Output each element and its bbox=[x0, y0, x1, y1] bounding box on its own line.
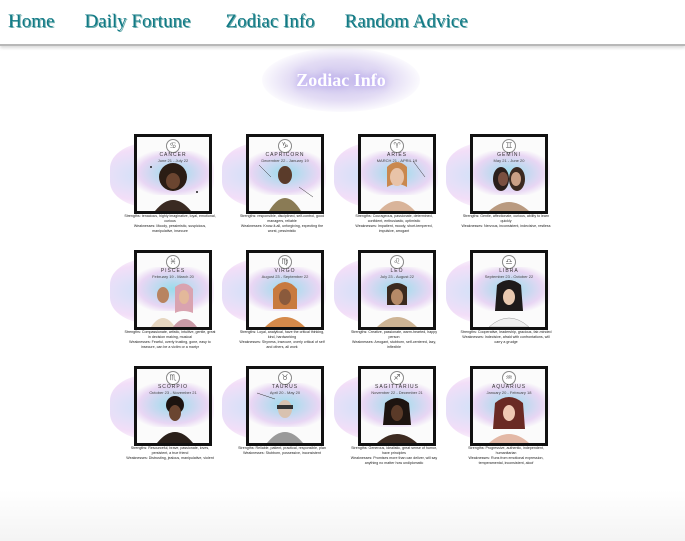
zodiac-weaknesses: Weaknesses: Indecisive, afraid with conf… bbox=[462, 335, 550, 344]
zodiac-illustration: ♌ LEO July 23 - August 22 bbox=[358, 250, 436, 330]
portrait-icon bbox=[151, 283, 197, 327]
zodiac-illustration: ♒ AQUARIUS January 20 - February 18 bbox=[470, 366, 548, 446]
zodiac-description: Strengths: Courageous, passionate, deter… bbox=[348, 214, 440, 234]
zodiac-strengths: Strengths: tenacious, highly imaginative… bbox=[124, 214, 216, 223]
zodiac-description: Strengths: Resourceful, brave, passionat… bbox=[124, 446, 216, 461]
page-footer-shade bbox=[0, 490, 685, 541]
zodiac-description: Strengths: responsible, disciplined, sel… bbox=[236, 214, 328, 234]
zodiac-description: Strengths: Progressive, authentic, indep… bbox=[460, 446, 552, 466]
zodiac-weaknesses: Weaknesses: Promises more than can deliv… bbox=[350, 456, 438, 465]
portrait-icon bbox=[258, 164, 314, 211]
portrait-icon bbox=[489, 167, 529, 211]
zodiac-description: Strengths: Gentle, affectionate, curious… bbox=[460, 214, 552, 229]
zodiac-weaknesses: Weaknesses: Nervous, inconsistent, indec… bbox=[461, 224, 551, 228]
zodiac-illustration: ♎ LIBRA September 23 - October 22 bbox=[470, 250, 548, 330]
zodiac-weaknesses: Weaknesses: Runs from emotional expressi… bbox=[468, 456, 544, 465]
portrait-icon bbox=[379, 160, 426, 211]
portrait-icon bbox=[150, 163, 198, 211]
zodiac-strengths: Strengths: Generous, idealistic, great s… bbox=[351, 446, 437, 455]
zodiac-weaknesses: Weaknesses: Fearful, overly trusting, go… bbox=[129, 340, 211, 349]
zodiac-illustration: ♓ PISCES February 19 - March 20 bbox=[134, 250, 212, 330]
zodiac-illustration: ♊ GEMINI May 21 - June 20 bbox=[470, 134, 548, 214]
zodiac-illustration: ♐ SAGITTARIUS November 22 - December 21 bbox=[358, 366, 436, 446]
zodiac-weaknesses: Weaknesses: Impatient, moody, short-temp… bbox=[355, 224, 433, 233]
zodiac-weaknesses: Weaknesses: Arrogant, stubborn, self-cen… bbox=[352, 340, 436, 349]
zodiac-weaknesses: Weaknesses: Distrusting, jealous, manipu… bbox=[126, 456, 214, 460]
portrait-icon bbox=[157, 396, 193, 443]
zodiac-description: Strengths: Compassionate, artistic, intu… bbox=[124, 330, 216, 350]
zodiac-strengths: Strengths: Loyal, analytical, have the c… bbox=[239, 330, 325, 339]
zodiac-description: Strengths: tenacious, highly imaginative… bbox=[124, 214, 216, 234]
zodiac-description: Strengths: Generous, idealistic, great s… bbox=[348, 446, 440, 466]
zodiac-strengths: Strengths: Creative, passionate, warm-he… bbox=[350, 330, 438, 339]
zodiac-strengths: Strengths: Compassionate, artistic, intu… bbox=[124, 330, 216, 339]
zodiac-weaknesses: Weaknesses: Stubborn, possessive, incons… bbox=[243, 451, 321, 455]
zodiac-illustration: ♋ CANCER June 21 - July 22 bbox=[134, 134, 212, 214]
zodiac-illustration: ♈ ARIES MARCH 21 - APRIL 19 bbox=[358, 134, 436, 214]
portrait-icon bbox=[377, 398, 417, 443]
zodiac-illustration: ♍ VIRGO August 23 - September 22 bbox=[246, 250, 324, 330]
portrait-icon bbox=[265, 282, 305, 327]
zodiac-weaknesses: Weaknesses: Moody, pessimistic, suspicio… bbox=[133, 224, 207, 233]
zodiac-strengths: Strengths: Courageous, passionate, deter… bbox=[355, 214, 433, 223]
zodiac-strengths: Strengths: Gentle, affectionate, curious… bbox=[462, 214, 550, 223]
zodiac-description: Strengths: Cooperative, leadership, grac… bbox=[460, 330, 552, 345]
zodiac-strengths: Strengths: Resourceful, brave, passionat… bbox=[130, 446, 210, 455]
zodiac-illustration: ♉ TAURUS April 20 - May 20 bbox=[246, 366, 324, 446]
zodiac-illustration: ♑ CAPRICORN December 22 - January 19 bbox=[246, 134, 324, 214]
portrait-icon bbox=[489, 397, 529, 443]
zodiac-description: Strengths: Creative, passionate, warm-he… bbox=[348, 330, 440, 350]
zodiac-card-grid: ♋ CANCER June 21 - July 22 Strengths: te… bbox=[0, 0, 685, 541]
zodiac-description: Strengths: Reliable, patient, practical,… bbox=[236, 446, 328, 456]
zodiac-strengths: Strengths: responsible, disciplined, sel… bbox=[239, 214, 325, 223]
zodiac-strengths: Strengths: Progressive, authentic, indep… bbox=[468, 446, 544, 455]
zodiac-description: Strengths: Loyal, analytical, have the c… bbox=[236, 330, 328, 350]
portrait-icon bbox=[256, 392, 303, 443]
portrait-icon bbox=[377, 283, 417, 327]
zodiac-illustration: ♏ SCORPIO October 23 - November 21 bbox=[134, 366, 212, 446]
portrait-icon bbox=[488, 280, 530, 327]
zodiac-weaknesses: Weaknesses: Know-it-all, unforgiving, ex… bbox=[240, 224, 324, 233]
zodiac-weaknesses: Weaknesses: Shyness, insecure, overly cr… bbox=[239, 340, 325, 349]
